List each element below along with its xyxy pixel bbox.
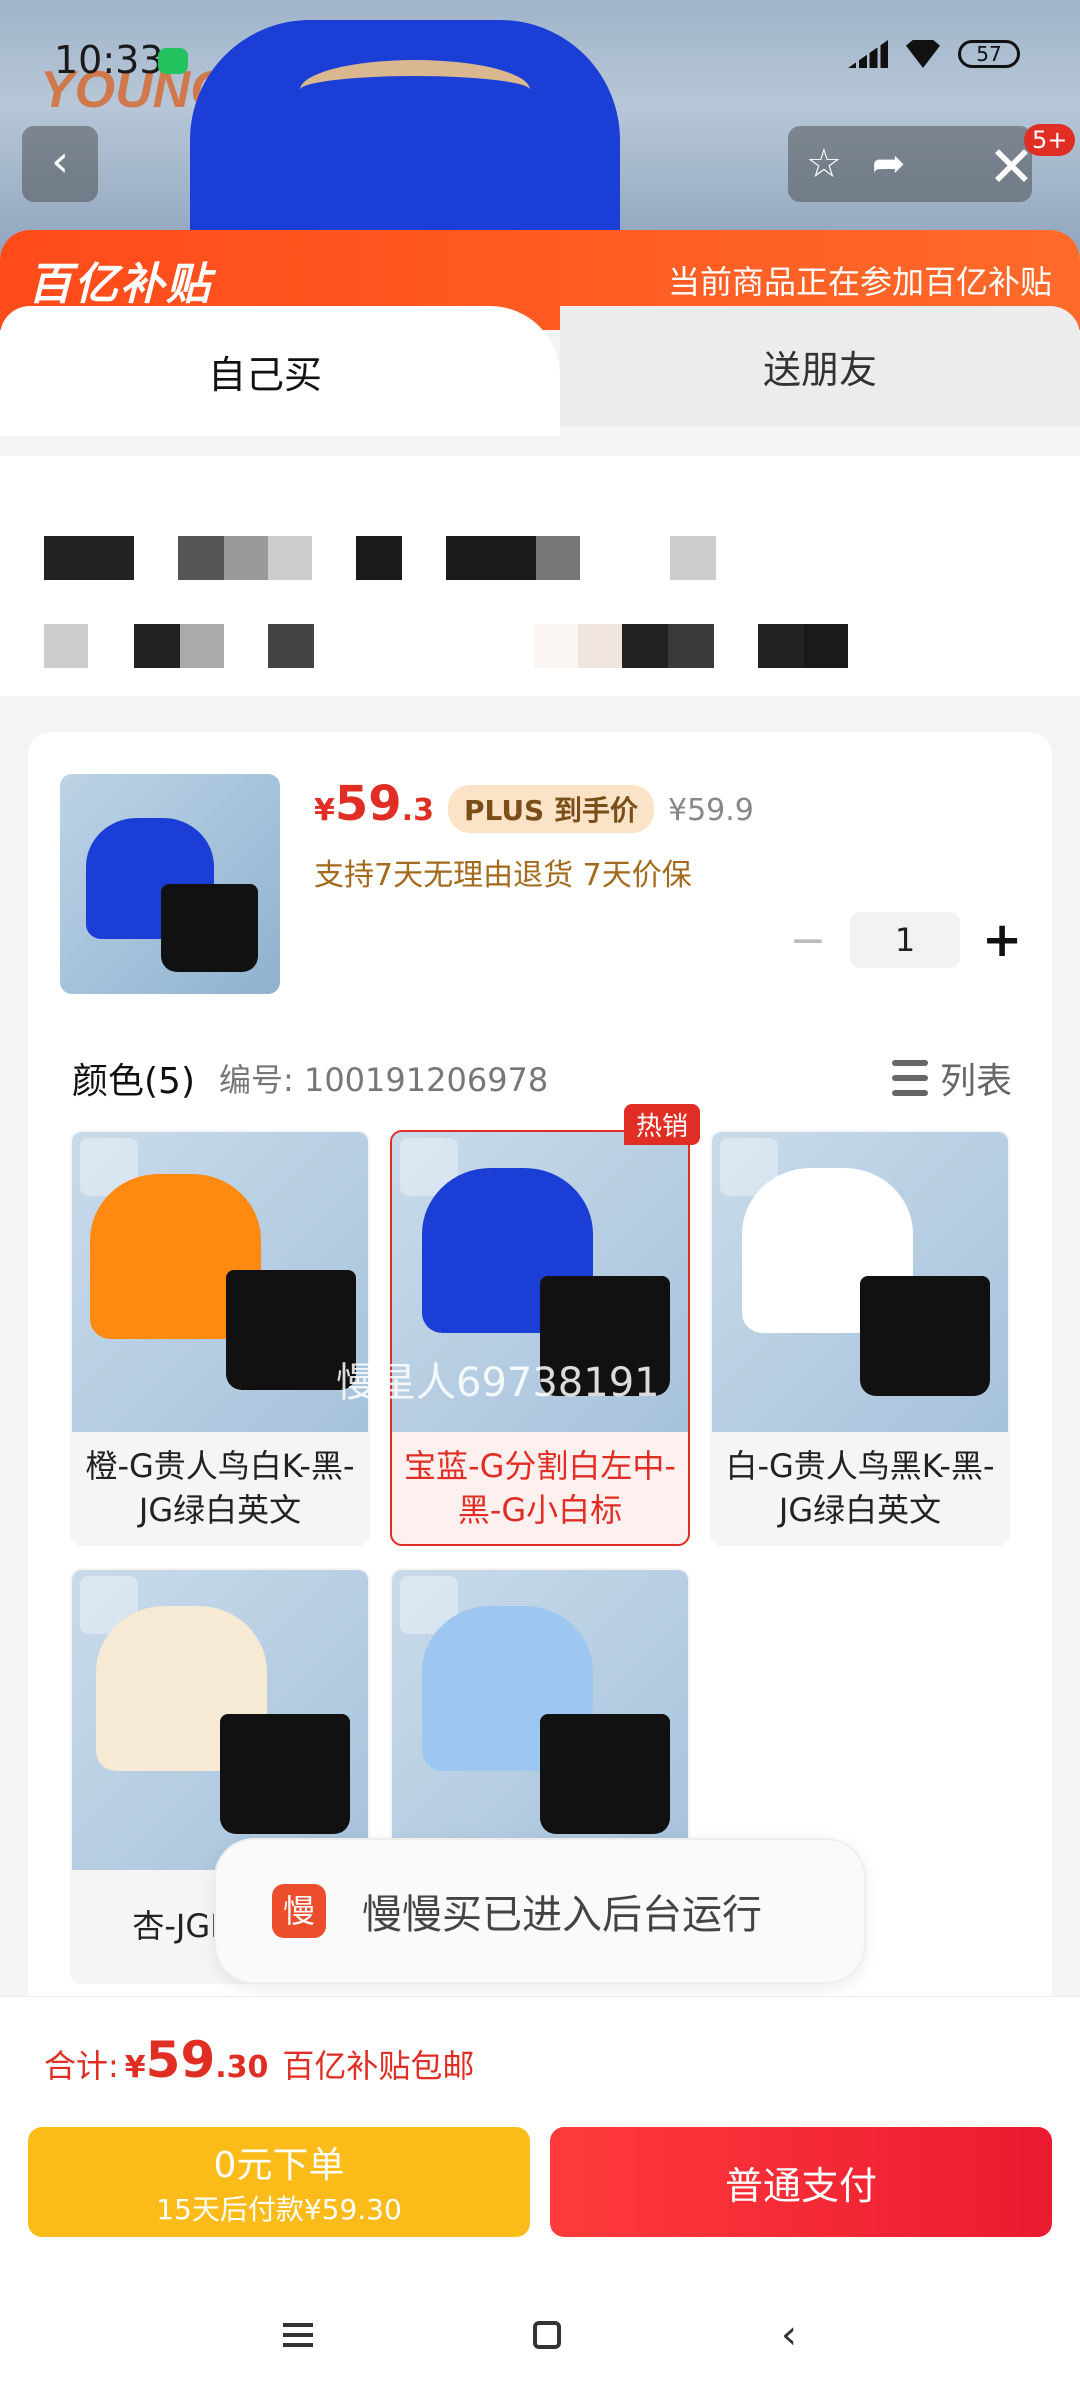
color-option-label: 宝蓝-G分割白左中-黑-G小白标 [404,1447,676,1529]
redacted-line [44,624,848,668]
item-code: 编号: 100191206978 [219,1061,549,1099]
subsidy-logo: 百亿补贴 [28,259,212,310]
color-option-image [72,1132,368,1432]
status-time: 10:33 [54,38,164,82]
color-option-image [392,1570,688,1870]
color-option-label: 白-G贵人鸟黑K-黑-JG绿白英文 [725,1447,995,1529]
wechat-icon [158,48,188,74]
shorts-image [860,1276,991,1396]
normal-pay-button[interactable]: 普通支付 [550,2127,1052,2237]
plus-price: ¥59.3 [314,776,434,832]
hot-sale-badge: 热销 [624,1104,701,1145]
color-option-selected[interactable]: 宝蓝-G分割白左中-黑-G小白标 [390,1130,690,1546]
subsidy-text: 当前商品正在参加百亿补贴 [667,263,1052,301]
app-icon: 慢 [272,1884,326,1938]
back-icon[interactable]: ‹ [781,2312,797,2358]
chevron-left-icon: ‹ [51,136,69,187]
share-icon[interactable]: ➦ [872,141,906,187]
back-button[interactable]: ‹ [22,126,98,202]
color-option[interactable]: 白-G贵人鸟黑K-黑-JG绿白英文 [710,1130,1010,1546]
quantity-value[interactable]: 1 [850,912,960,968]
color-option-image [72,1570,368,1870]
tshirt-image [190,20,620,260]
product-thumbnail [60,774,280,994]
hanger-image [300,60,530,120]
shorts-image [220,1714,351,1834]
color-header: 颜色(5) 编号: 100191206978 列表 [72,1052,1012,1104]
list-view-toggle[interactable]: 列表 [891,1052,1012,1104]
tabs: 送朋友 自己买 [0,306,1080,436]
service-support: 支持7天无理由退货 7天价保 [314,858,692,893]
system-nav-bar: ‹ [0,2270,1080,2400]
watermark-text: 慢星人69738191 [336,1360,660,1406]
background-running-toast: 慢 慢慢买已进入后台运行 [214,1838,866,1984]
tab-gift-friend[interactable]: 送朋友 [560,306,1080,426]
color-option[interactable]: 橙-G贵人鸟白K-黑-JG绿白英文 [70,1130,370,1546]
color-option-image [712,1132,1008,1432]
address-redacted[interactable] [0,456,1080,696]
menu-icon[interactable] [283,2323,313,2347]
total-price: 合计: ¥ 59 .30 百亿补贴包邮 [44,2031,475,2089]
toast-text: 慢慢买已进入后台运行 [362,1892,762,1938]
redacted-line [44,536,716,580]
signal-icon [848,40,888,68]
original-price: ¥59.9 [667,793,754,828]
status-icons: 57 [848,40,1020,68]
color-title: 颜色(5) [72,1061,195,1102]
pay-later-button[interactable]: 0元下单 15天后付款¥59.30 [28,2127,530,2237]
tab-buy-self[interactable]: 自己买 [0,306,560,436]
plus-price-tag: PLUS 到手价 [447,785,654,833]
wifi-icon [906,40,940,68]
free-shipping-label: 百亿补贴包邮 [282,2047,475,2085]
decrease-button[interactable]: − [788,915,828,966]
quantity-stepper: − 1 + [788,912,1022,968]
color-option-label: 橙-G贵人鸟白K-黑-JG绿白英文 [85,1447,355,1529]
battery-icon: 57 [958,40,1020,68]
shorts-image [540,1714,671,1834]
increase-button[interactable]: + [982,912,1022,968]
price-row: ¥59.3 PLUS 到手价 ¥59.9 [314,776,754,833]
list-icon [891,1060,928,1096]
star-icon[interactable]: ☆ [806,141,842,187]
shorts-image [161,884,258,972]
close-icon[interactable]: ✕ [988,140,1035,196]
home-icon[interactable] [533,2321,561,2349]
